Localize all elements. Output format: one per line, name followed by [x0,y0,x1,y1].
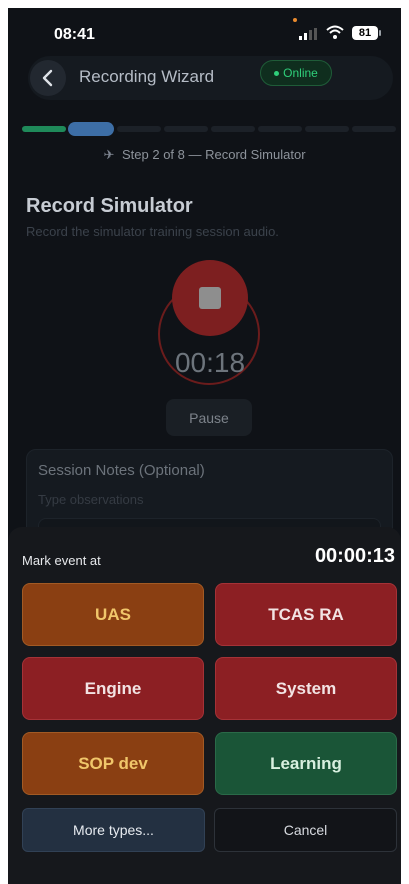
event-button-tcas-ra[interactable]: TCAS RA [215,583,397,646]
step-5-segment [211,126,255,132]
airplane-icon: ✈ [103,147,115,162]
step-8-segment [352,126,396,132]
header-title: Recording Wizard [79,67,215,86]
wifi-icon [326,25,344,39]
step-2-segment [68,122,114,136]
mark-event-label: Mark event at [22,553,101,568]
status-bar: 08:41 81 [8,8,401,58]
session-notes-placeholder: Type observations [38,492,144,507]
stop-recording-button[interactable] [172,260,248,336]
pause-button[interactable]: Pause [166,399,252,436]
battery-icon: 81 [352,26,378,40]
phone-screen: 08:41 81 Recording Wizard Online ✈ Step … [8,8,401,884]
step-6-segment [258,126,302,132]
event-button-engine[interactable]: Engine [22,657,204,720]
page-subtitle: Record the simulator training session au… [26,224,279,239]
mark-event-time: 00:00:13 [314,545,395,567]
session-notes-title: Session Notes (Optional) [38,462,205,479]
step-1-segment [22,126,66,132]
battery-cap [379,30,381,36]
privacy-indicator-icon [293,18,297,22]
step-label: Step 2 of 8 — Record Simulator [122,147,306,162]
online-status-label: Online [283,66,318,80]
more-types-button[interactable]: More types... [22,808,205,852]
signal-icon [299,28,317,40]
event-button-learning[interactable]: Learning [215,732,397,795]
step-4-segment [164,126,208,132]
cancel-button[interactable]: Cancel [214,808,397,852]
back-button[interactable] [30,60,66,96]
step-indicator: ✈ Step 2 of 8 — Record Simulator [8,147,401,163]
step-7-segment [305,126,349,132]
page-title: Record Simulator [26,195,193,217]
online-status-badge: Online [260,60,332,86]
stop-icon [199,287,221,309]
status-time: 08:41 [54,26,95,43]
back-chevron-icon [42,69,53,87]
event-button-system[interactable]: System [215,657,397,720]
event-button-sop-dev[interactable]: SOP dev [22,732,204,795]
recording-timer: 00:18 [174,347,246,378]
step-3-segment [117,126,161,132]
event-button-uas[interactable]: UAS [22,583,204,646]
online-dot-icon [274,70,280,76]
